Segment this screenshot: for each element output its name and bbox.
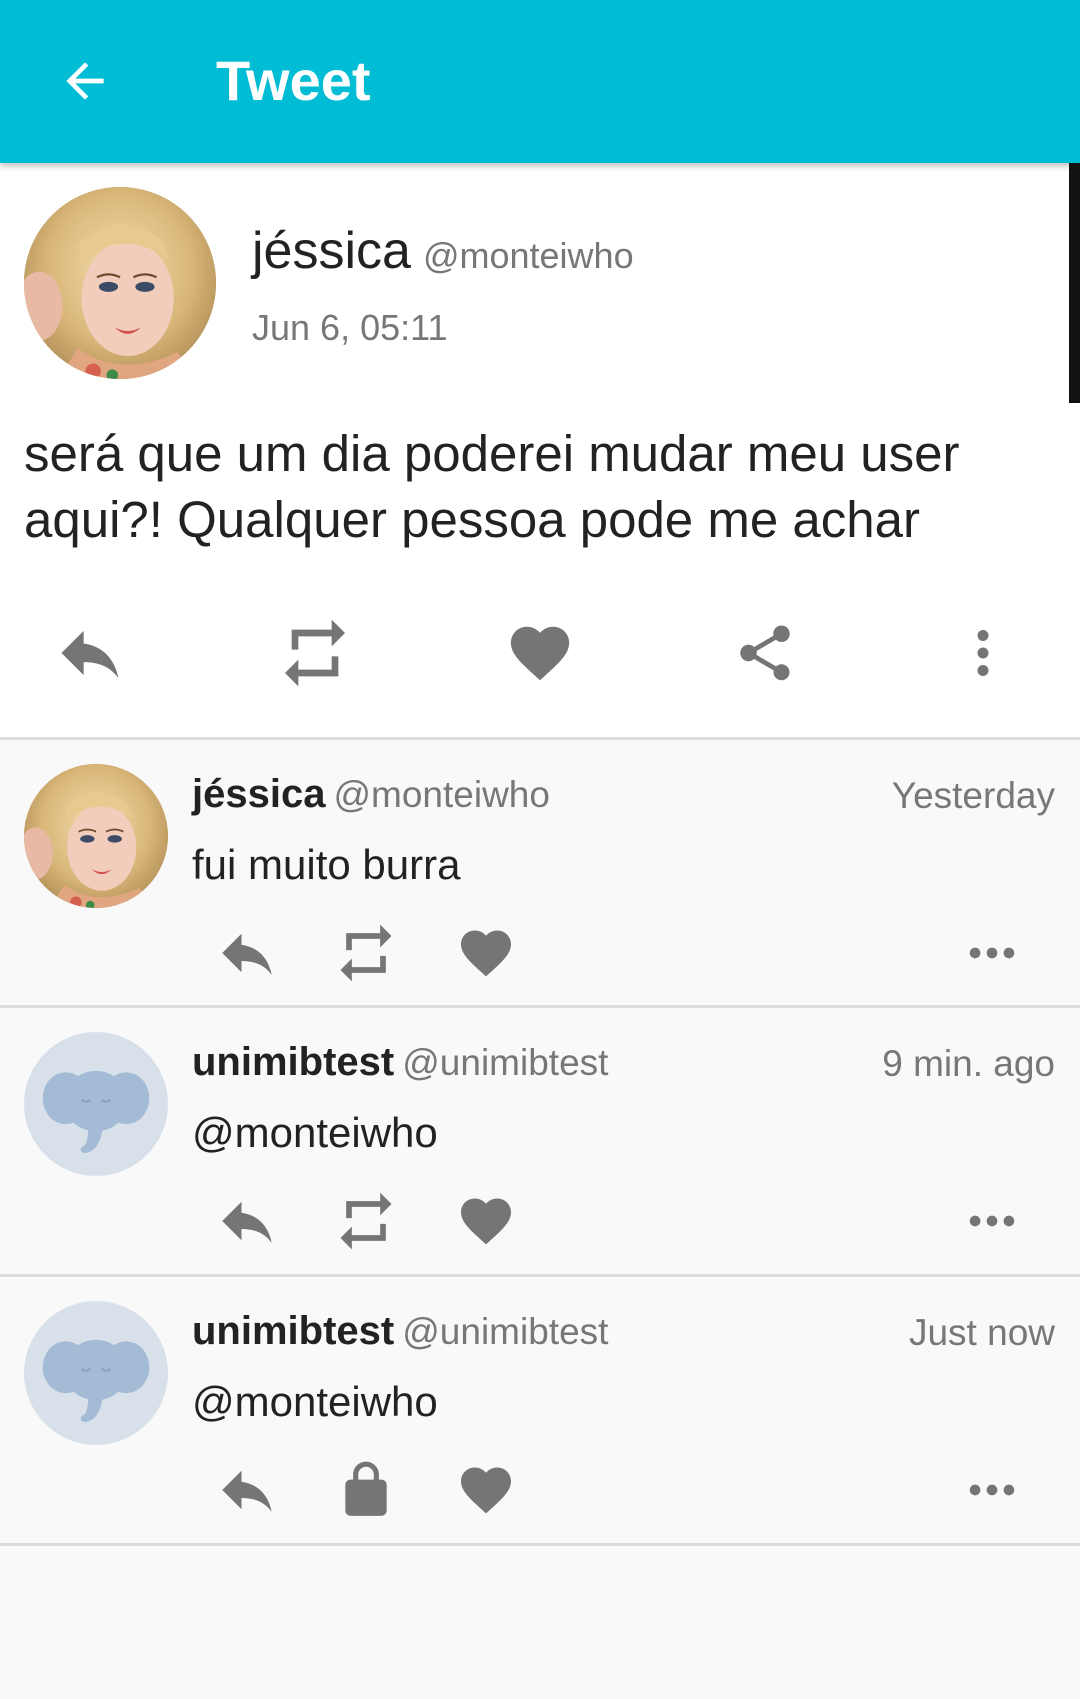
more-vertical-icon xyxy=(953,623,1013,683)
elephant-avatar-icon xyxy=(24,1301,168,1445)
retweet-icon xyxy=(332,919,400,987)
author-name: jéssica xyxy=(252,222,411,280)
reply-button[interactable] xyxy=(40,603,140,703)
avatar[interactable] xyxy=(24,187,216,379)
divider xyxy=(0,1543,1080,1546)
author-handle: @monteiwho xyxy=(333,774,550,815)
heart-icon xyxy=(456,1460,516,1520)
tweet-actions xyxy=(0,603,1080,703)
reply-text: @monteiwho xyxy=(192,1378,438,1425)
more-options-button[interactable] xyxy=(952,1455,1032,1525)
reply-text: @monteiwho xyxy=(192,1109,438,1156)
arrow-left-icon xyxy=(66,62,104,100)
more-horizontal-icon xyxy=(963,1192,1021,1250)
like-button[interactable] xyxy=(490,603,590,703)
more-horizontal-icon xyxy=(963,924,1021,982)
tweet-text: será que um dia poderei mudar meu user a… xyxy=(24,425,960,548)
author-handle: @monteiwho xyxy=(422,235,634,276)
reply-icon xyxy=(214,1188,280,1254)
reply-button[interactable] xyxy=(207,1455,287,1525)
reply-time: Yesterday xyxy=(891,775,1055,816)
avatar[interactable] xyxy=(24,764,168,908)
tweet-author[interactable]: jéssica @monteiwho xyxy=(252,221,634,286)
retweet-button[interactable] xyxy=(326,918,406,988)
reply-author: jéssica @monteiwho xyxy=(192,770,550,819)
reply-item[interactable]: unimibtest @unimibtest Just now @monteiwh… xyxy=(0,1274,1080,1540)
author-handle: @unimibtest xyxy=(402,1311,609,1352)
author-name: jéssica xyxy=(192,772,326,816)
like-button[interactable] xyxy=(446,1455,526,1525)
reply-author: unimibtest @unimibtest xyxy=(192,1307,608,1356)
retweet-icon xyxy=(332,1187,400,1255)
reply-author: unimibtest @unimibtest xyxy=(192,1038,608,1087)
heart-icon xyxy=(505,618,575,688)
reply-item[interactable]: unimibtest @unimibtest 9 min. ago @montei… xyxy=(0,1005,1080,1271)
reply-time: Just now xyxy=(908,1312,1055,1353)
retweet-button[interactable] xyxy=(326,1186,406,1256)
heart-icon xyxy=(456,1191,516,1251)
more-horizontal-icon xyxy=(963,1461,1021,1519)
reply-icon xyxy=(52,615,128,691)
tweet-date: Jun 6, 05:11 xyxy=(252,307,448,348)
elephant-avatar-icon xyxy=(24,1032,168,1176)
retweet-icon xyxy=(275,613,355,693)
back-button[interactable] xyxy=(48,44,122,118)
reply-icon xyxy=(214,1457,280,1523)
reply-icon xyxy=(214,920,280,986)
author-name: unimibtest xyxy=(192,1309,395,1353)
author-name: unimibtest xyxy=(192,1040,395,1084)
reply-button[interactable] xyxy=(207,1186,287,1256)
lock-icon xyxy=(335,1459,397,1521)
avatar[interactable] xyxy=(24,1301,168,1445)
reply-time: 9 min. ago xyxy=(882,1043,1055,1084)
scrollbar[interactable] xyxy=(1069,163,1080,403)
retweet-button[interactable] xyxy=(265,603,365,703)
more-options-button[interactable] xyxy=(933,603,1033,703)
share-icon xyxy=(732,620,798,686)
page-title: Tweet xyxy=(216,49,371,112)
more-options-button[interactable] xyxy=(952,918,1032,988)
profile-photo xyxy=(24,187,216,379)
like-button[interactable] xyxy=(446,918,526,988)
more-options-button[interactable] xyxy=(952,1186,1032,1256)
share-button[interactable] xyxy=(715,603,815,703)
private-indicator xyxy=(326,1455,406,1525)
avatar[interactable] xyxy=(24,1032,168,1176)
app-bar: Tweet xyxy=(0,0,1080,163)
profile-photo xyxy=(24,764,168,908)
reply-button[interactable] xyxy=(207,918,287,988)
reply-item[interactable]: jéssica @monteiwho Yesterday fui muito bu… xyxy=(0,737,1080,1003)
main-tweet: jéssica @monteiwho Jun 6, 05:11 será que … xyxy=(0,163,1080,739)
author-handle: @unimibtest xyxy=(402,1042,609,1083)
reply-text: fui muito burra xyxy=(192,841,461,888)
heart-icon xyxy=(456,923,516,983)
like-button[interactable] xyxy=(446,1186,526,1256)
